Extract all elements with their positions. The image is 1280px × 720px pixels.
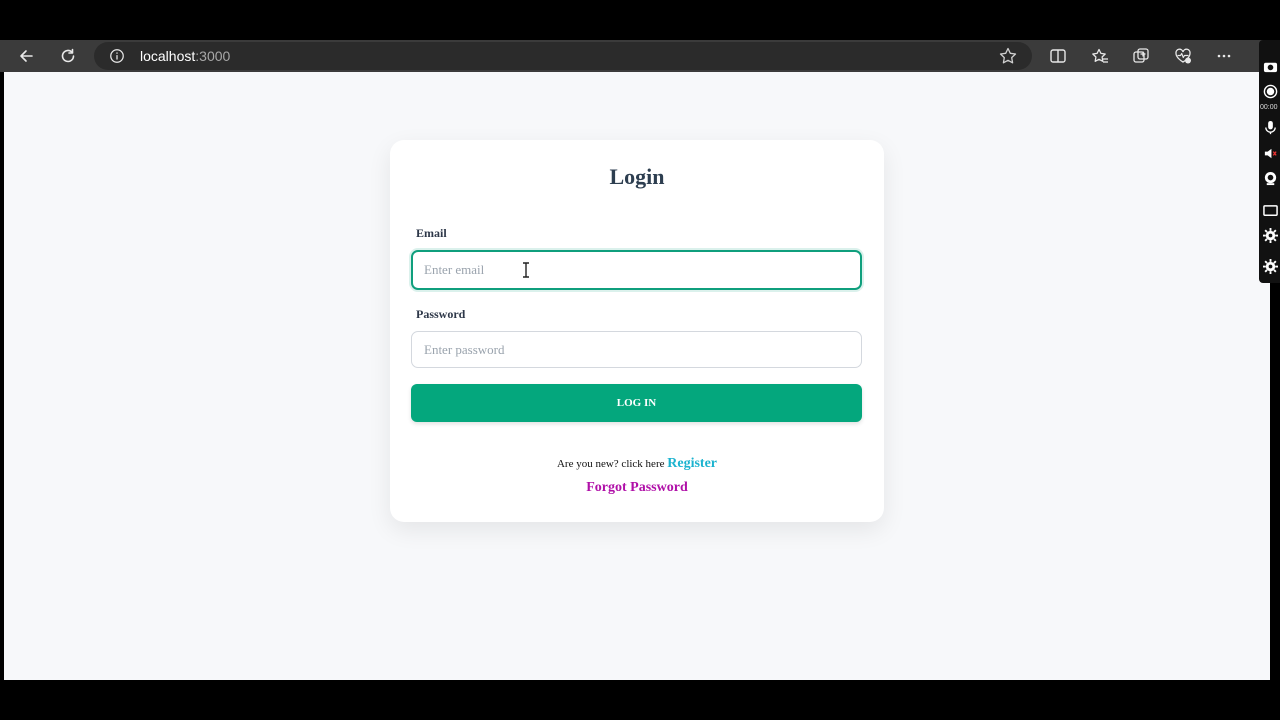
split-screen-icon [1050, 49, 1066, 63]
webcam-tool[interactable] [1262, 170, 1278, 186]
record-tool[interactable] [1262, 83, 1278, 99]
browser-toolbar: localhost:3000 [0, 40, 1280, 72]
address-url[interactable]: localhost:3000 [140, 48, 230, 64]
microphone-icon [1264, 120, 1276, 134]
page-viewport: Login Email Password LOG IN Are you new?… [4, 72, 1270, 680]
info-icon[interactable] [108, 47, 126, 65]
window-tool[interactable] [1262, 202, 1278, 218]
window-icon [1262, 204, 1278, 216]
microphone-tool[interactable] [1262, 119, 1278, 135]
address-host: localhost [140, 48, 196, 64]
address-bar[interactable]: localhost:3000 [94, 42, 1032, 70]
star-icon[interactable] [998, 46, 1018, 66]
camera-icon [1263, 62, 1277, 72]
register-prompt-line: Are you new? click here Register [390, 456, 884, 472]
reload-icon [61, 48, 75, 63]
webcam-icon [1264, 171, 1276, 185]
back-arrow-icon [20, 50, 33, 62]
record-icon [1263, 84, 1277, 98]
gear-icon [1262, 258, 1278, 274]
back-button[interactable] [13, 43, 39, 69]
screen-top-letterbox [0, 0, 1280, 40]
heart-pulse-icon [1175, 48, 1191, 64]
email-field[interactable] [411, 250, 862, 290]
password-field[interactable] [411, 331, 862, 368]
collections-button[interactable] [1128, 43, 1154, 69]
camera-tool[interactable] [1262, 58, 1278, 74]
login-card: Login Email Password LOG IN Are you new?… [390, 140, 884, 522]
more-icon [1217, 54, 1231, 58]
reload-button[interactable] [55, 43, 81, 69]
favorites-icon [1092, 48, 1108, 63]
password-label: Password [416, 307, 466, 321]
settings-tool[interactable] [1262, 227, 1278, 243]
settings-tool-2[interactable] [1262, 258, 1278, 274]
register-link[interactable]: Register [667, 456, 717, 471]
speaker-tool[interactable] [1262, 145, 1278, 161]
email-label: Email [416, 226, 447, 240]
forgot-password-link[interactable]: Forgot Password [390, 480, 884, 496]
gear-icon [1262, 227, 1278, 243]
screen-recorder-toolbar: 00:00 [1259, 40, 1280, 283]
recording-timer: 00:00 [1260, 104, 1278, 111]
login-button[interactable]: LOG IN [411, 384, 862, 422]
address-port: :3000 [195, 48, 231, 64]
login-title: Login [609, 164, 665, 189]
more-button[interactable] [1211, 43, 1237, 69]
browser-essentials-button[interactable] [1170, 43, 1196, 69]
screen-bottom-letterbox [0, 680, 1280, 720]
split-screen-button[interactable] [1045, 43, 1071, 69]
speaker-icon [1264, 148, 1277, 158]
register-prompt: Are you new? click here [556, 458, 665, 470]
collections-icon [1133, 48, 1149, 63]
favorites-button[interactable] [1087, 43, 1113, 69]
